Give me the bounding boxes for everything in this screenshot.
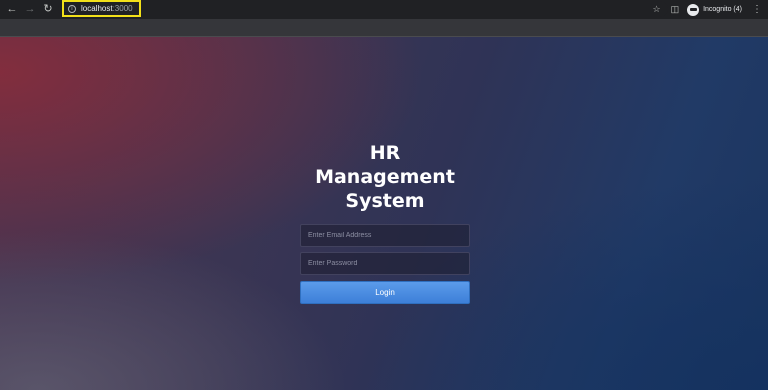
toolbar-divider-strip xyxy=(0,19,768,37)
arrow-right-icon: → xyxy=(24,3,36,15)
login-page: HR Management System Login xyxy=(0,37,768,390)
info-icon[interactable]: i xyxy=(68,4,76,13)
login-form: HR Management System Login xyxy=(300,141,470,304)
login-button[interactable]: Login xyxy=(300,281,470,304)
incognito-label: Incognito (4) xyxy=(703,6,742,13)
password-field[interactable] xyxy=(300,252,470,275)
star-icon[interactable]: ☆ xyxy=(652,5,660,14)
incognito-profile-button[interactable]: Incognito (4) xyxy=(687,3,742,16)
reload-button[interactable]: ↻ xyxy=(39,1,57,19)
browser-toolbar: ← → ↻ i localhost :3000 ☆ ◫ Incognito (4… xyxy=(0,0,768,19)
browser-window: ← → ↻ i localhost :3000 ☆ ◫ Incognito (4… xyxy=(0,0,768,390)
back-button[interactable]: ← xyxy=(3,1,21,19)
url-host: localhost xyxy=(81,4,113,13)
toolbar-right: ☆ ◫ Incognito (4) ⋮ xyxy=(647,0,768,19)
side-panel-icon[interactable]: ◫ xyxy=(671,5,680,14)
email-field[interactable] xyxy=(300,224,470,247)
url-port: :3000 xyxy=(112,4,133,13)
arrow-left-icon: ← xyxy=(6,3,18,15)
reload-icon: ↻ xyxy=(43,3,53,15)
url-highlight-box[interactable]: i localhost :3000 xyxy=(62,0,141,17)
incognito-icon xyxy=(687,3,700,16)
page-title: HR Management System xyxy=(315,142,455,212)
address-bar[interactable] xyxy=(58,1,668,17)
forward-button[interactable]: → xyxy=(21,1,39,19)
kebab-menu-icon[interactable]: ⋮ xyxy=(752,4,762,15)
